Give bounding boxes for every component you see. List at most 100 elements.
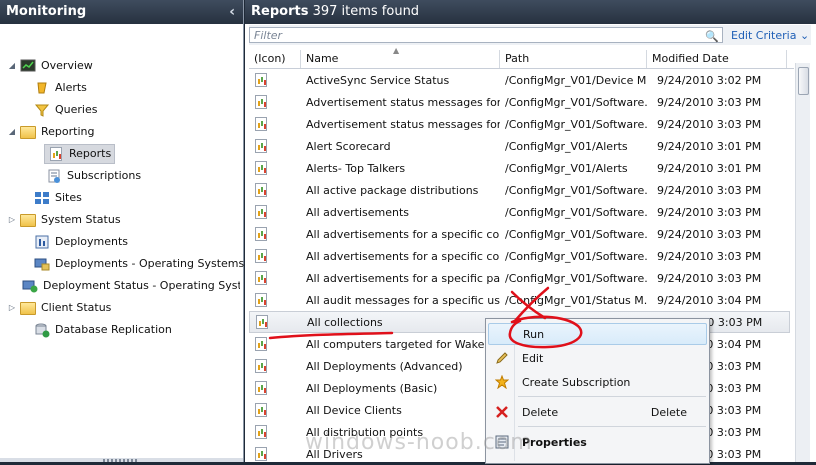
vertical-scrollbar[interactable]: ▲ [795,63,810,462]
subscription-icon [46,168,62,184]
column-header-name[interactable]: Name ▲ [301,46,500,68]
watermark-text: windows-noob.com [305,430,533,455]
deployments-icon [34,234,50,250]
items-count: 397 items found [312,4,420,19]
report-path-cell: /ConfigMgr_V01/Software... [505,117,647,131]
report-icon [249,205,301,219]
tree-item-label: Subscriptions [67,169,142,182]
report-path-cell: /ConfigMgr_V01/Software... [505,95,647,109]
table-row[interactable]: Alert Scorecard/ConfigMgr_V01/Alerts 9/24… [249,135,794,157]
report-name-cell: All collections [307,315,383,329]
report-icon [249,337,301,351]
tree-item-system-status[interactable]: ▷ System Status [6,209,121,231]
expanded-triangle-icon[interactable]: ◢ [6,121,18,143]
column-header-path[interactable]: Path [500,50,647,68]
tree-item-label: Client Status [41,301,112,314]
report-name-cell: All Deployments (Advanced) [306,359,463,373]
table-row[interactable]: Advertisement status messages for... /Con… [249,91,794,113]
report-name-cell: All computers targeted for Wake On... [306,337,500,351]
report-icon [249,293,301,307]
collapsed-triangle-icon[interactable]: ▷ [6,209,18,231]
scrollbar-thumb[interactable] [798,67,809,95]
tree-item-label: Queries [55,103,98,116]
report-name-cell: All active package distributions [306,183,479,197]
menu-item-delete[interactable]: Delete Delete [488,401,707,423]
report-icon [249,117,301,131]
tree-item-label: Deployment Status - Operating System [43,279,240,292]
report-icon [249,403,301,417]
tree-item-label: Overview [41,59,93,72]
table-row[interactable]: Alerts- Top Talkers/ConfigMgr_V01/Alerts… [249,157,794,179]
menu-item-create-subscription[interactable]: Create Subscription [488,371,707,393]
table-row[interactable]: ActiveSync Service Status/ConfigMgr_V01/… [249,69,794,91]
filter-input[interactable]: Filter 🔍 [249,27,723,43]
report-name-cell: Advertisement status messages for... [306,117,500,131]
delete-shortcut: Delete [650,405,687,419]
table-row[interactable]: All advertisements for a specific coll..… [249,223,794,245]
report-icon [249,161,301,175]
tree-item-sites[interactable]: Sites [20,187,82,209]
collapse-pane-chevron-icon[interactable]: ‹ [229,0,235,24]
menu-item-run[interactable]: Run [488,323,707,345]
tree-item-deployments[interactable]: Deployments [20,231,128,253]
tree-item-reports[interactable]: Reports [30,143,116,165]
pane-splitter[interactable] [0,458,243,462]
report-modified-date-cell: 9/24/2010 3:01 PM [657,161,762,175]
table-row[interactable]: Advertisement status messages for... /Con… [249,113,794,135]
table-row[interactable]: All advertisements/ConfigMgr_V01/Softwar… [249,201,794,223]
folder-icon [20,300,36,316]
tree-item-queries[interactable]: Queries [20,99,97,121]
tree-item-label: Sites [55,191,82,204]
report-path-cell: /ConfigMgr_V01/Alerts [505,161,628,175]
sites-icon [34,190,50,206]
report-name-cell: All advertisements for a specific pac... [306,271,500,285]
tree-item-deployment-status-os[interactable]: Deployment Status - Operating System [20,275,240,297]
table-row[interactable]: All advertisements for a specific pac...… [249,267,794,289]
report-name-cell: All advertisements for a specific com... [306,249,500,263]
report-modified-date-cell: 9/24/2010 3:04 PM [657,293,762,307]
menu-item-edit[interactable]: Edit [488,347,707,369]
tree-item-alerts[interactable]: Alerts [20,77,87,99]
tree-item-label: Alerts [55,81,87,94]
report-icon [249,183,301,197]
report-icon [250,315,302,329]
table-row[interactable]: All advertisements for a specific com...… [249,245,794,267]
edit-pencil-icon [488,351,516,365]
report-modified-date-cell: 9/24/2010 3:03 PM [657,95,762,109]
database-replication-icon [34,322,50,338]
expanded-triangle-icon[interactable]: ◢ [6,55,18,77]
column-header-icon[interactable]: (Icon) [249,50,301,68]
sort-ascending-icon: ▲ [393,46,400,55]
report-name-cell: All Device Clients [306,403,402,417]
table-row[interactable]: All audit messages for a specific user/C… [249,289,794,311]
column-header-modified-date[interactable]: Modified Date [647,50,787,68]
report-name-cell: ActiveSync Service Status [306,73,450,87]
report-icon [249,425,301,439]
column-headers: (Icon) Name ▲ Path Modified Date [249,46,794,69]
tree-item-deployments-operating-systems[interactable]: Deployments - Operating Systems [20,253,244,275]
report-modified-date-cell: 9/24/2010 3:03 PM [657,205,762,219]
tree-item-overview[interactable]: ◢ Overview [6,55,93,77]
report-name-cell: Advertisement status messages for... [306,95,500,109]
report-path-cell: /ConfigMgr_V01/Software... [505,271,647,285]
navigation-pane-title: Monitoring [6,4,87,19]
query-icon [34,102,50,118]
report-name-cell: All advertisements [306,205,410,219]
tree-item-database-replication[interactable]: Database Replication [20,319,172,341]
alert-icon [34,80,50,96]
report-icon [48,146,64,162]
tree-item-reporting[interactable]: ◢ Reporting [6,121,94,143]
table-row[interactable]: All active package distributions/ConfigM… [249,179,794,201]
report-modified-date-cell: 9/24/2010 3:03 PM [657,249,762,263]
tree-item-label: Reporting [41,125,95,138]
tree-item-client-status[interactable]: ▷ Client Status [6,297,111,319]
search-icon[interactable]: 🔍 [705,29,719,45]
navigation-pane: Monitoring ‹ ◢ Overview Alerts Queries ◢… [0,0,244,462]
collapsed-triangle-icon[interactable]: ▷ [6,297,18,319]
report-path-cell: /ConfigMgr_V01/Device M... [505,73,647,87]
tree-item-subscriptions[interactable]: Subscriptions [32,165,141,187]
tree-item-label: Deployments - Operating Systems [55,257,245,270]
subscription-star-icon [488,375,516,389]
edit-criteria-button[interactable]: Edit Criteria ⌄ [731,29,809,42]
os-deployments-icon [34,256,50,272]
